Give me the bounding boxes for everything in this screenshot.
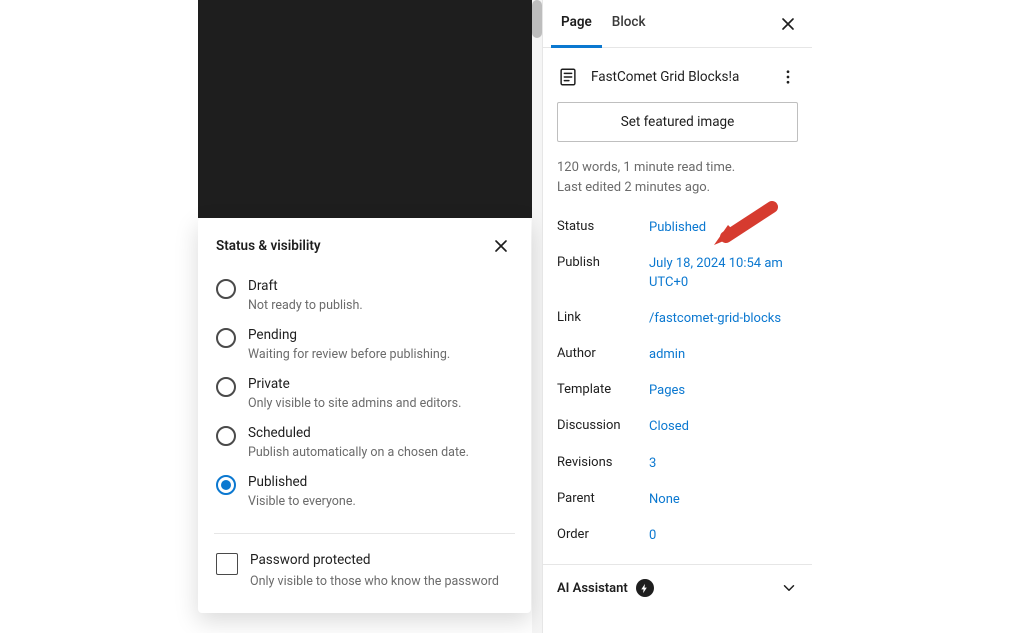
editor-scrollbar[interactable] — [532, 0, 542, 633]
option-desc: Waiting for review before publishing. — [248, 347, 450, 362]
kebab-menu-icon[interactable] — [778, 67, 798, 87]
chevron-down-icon — [780, 579, 798, 597]
radio-icon — [216, 279, 236, 299]
editor-canvas: Status & visibility Draft Not ready to p… — [198, 0, 532, 633]
template-link[interactable]: Pages — [649, 382, 685, 400]
status-option-private[interactable]: Private Only visible to site admins and … — [216, 376, 513, 411]
parent-link[interactable]: None — [649, 491, 680, 509]
option-label: Published — [248, 474, 356, 490]
status-link[interactable]: Published — [649, 219, 706, 237]
option-label: Pending — [248, 327, 450, 343]
permalink-link[interactable]: /fastcomet-grid-blocks — [649, 310, 781, 328]
status-option-draft[interactable]: Draft Not ready to publish. — [216, 278, 513, 313]
kv-key-link: Link — [557, 310, 649, 325]
tab-page[interactable]: Page — [551, 0, 602, 48]
word-count-text: 120 words, 1 minute read time. — [557, 158, 798, 178]
ai-assistant-label: AI Assistant — [557, 581, 628, 596]
kv-key-author: Author — [557, 346, 649, 361]
kv-key-order: Order — [557, 527, 649, 542]
radio-icon — [216, 475, 236, 495]
document-icon — [557, 66, 579, 88]
order-link[interactable]: 0 — [649, 527, 656, 545]
password-desc: Only visible to those who know the passw… — [250, 574, 499, 589]
option-desc: Only visible to site admins and editors. — [248, 396, 461, 411]
publish-date-link[interactable]: July 18, 2024 10:54 am UTC+0 — [649, 255, 798, 291]
editor-dark-region — [198, 0, 532, 218]
last-edited-text: Last edited 2 minutes ago. — [557, 178, 798, 198]
revisions-link[interactable]: 3 — [649, 455, 656, 473]
kv-key-template: Template — [557, 382, 649, 397]
bolt-icon — [636, 579, 654, 597]
kv-key-publish: Publish — [557, 255, 649, 270]
status-option-scheduled[interactable]: Scheduled Publish automatically on a cho… — [216, 425, 513, 460]
kv-key-discussion: Discussion — [557, 418, 649, 433]
scrollbar-thumb[interactable] — [532, 0, 542, 38]
radio-icon — [216, 377, 236, 397]
author-link[interactable]: admin — [649, 346, 685, 364]
set-featured-image-button[interactable]: Set featured image — [557, 102, 798, 142]
status-option-pending[interactable]: Pending Waiting for review before publis… — [216, 327, 513, 362]
close-icon[interactable] — [489, 234, 513, 258]
option-desc: Publish automatically on a chosen date. — [248, 445, 469, 460]
page-title: FastComet Grid Blocks!a — [591, 69, 766, 85]
option-label: Scheduled — [248, 425, 469, 441]
checkbox-icon[interactable] — [216, 553, 238, 575]
tab-block[interactable]: Block — [602, 0, 656, 48]
kv-key-revisions: Revisions — [557, 455, 649, 470]
popover-title: Status & visibility — [216, 238, 321, 254]
kv-key-status: Status — [557, 219, 649, 234]
settings-sidebar: Page Block FastComet Grid Blocks!a Set f… — [542, 0, 812, 633]
status-option-published[interactable]: Published Visible to everyone. — [216, 474, 513, 509]
status-visibility-popover: Status & visibility Draft Not ready to p… — [198, 218, 531, 613]
password-label: Password protected — [250, 552, 499, 568]
option-desc: Not ready to publish. — [248, 298, 363, 313]
kv-key-parent: Parent — [557, 491, 649, 506]
discussion-link[interactable]: Closed — [649, 418, 689, 436]
close-icon[interactable] — [772, 8, 804, 40]
option-label: Draft — [248, 278, 363, 294]
option-label: Private — [248, 376, 461, 392]
radio-icon — [216, 426, 236, 446]
password-protected-row[interactable]: Password protected Only visible to those… — [216, 552, 513, 589]
radio-icon — [216, 328, 236, 348]
sidebar-tabs: Page Block — [543, 0, 812, 48]
option-desc: Visible to everyone. — [248, 494, 356, 509]
divider — [214, 533, 515, 534]
ai-assistant-panel-toggle[interactable]: AI Assistant — [543, 565, 812, 611]
